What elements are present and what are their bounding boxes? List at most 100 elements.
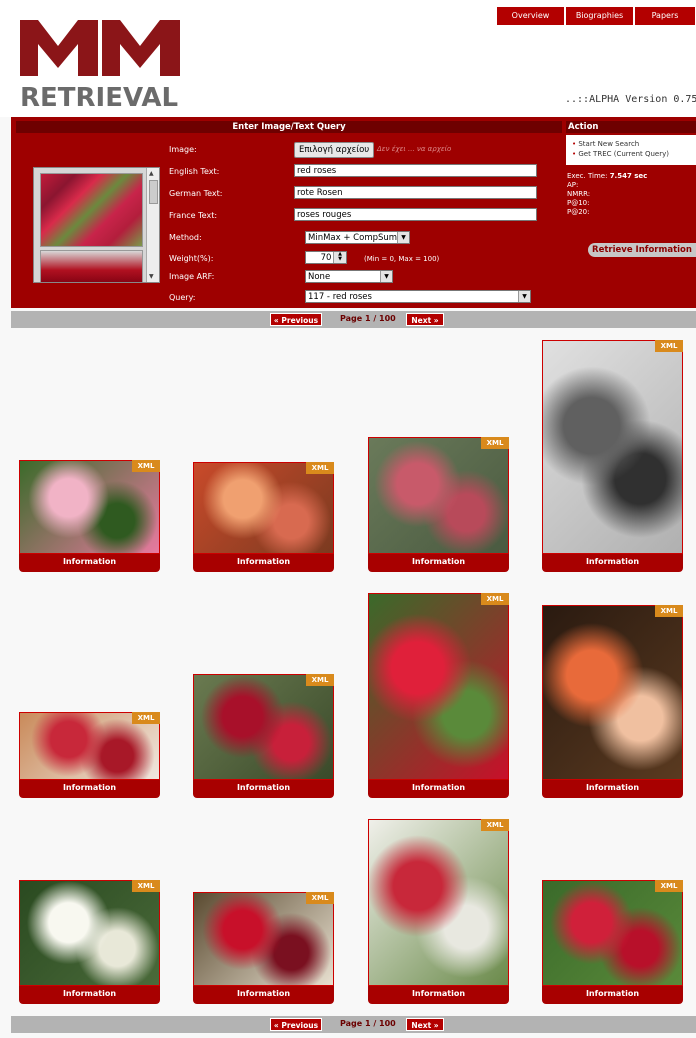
information-button[interactable]: Information: [193, 986, 334, 1004]
method-label: Method:: [169, 233, 202, 242]
information-button[interactable]: Information: [193, 780, 334, 798]
version-label: ..::ALPHA Version 0.75: [565, 94, 696, 105]
pager-bottom: « Previous Page 1 / 100 Next »: [11, 1016, 696, 1033]
information-button[interactable]: Information: [19, 780, 160, 798]
chevron-down-icon[interactable]: ▼: [380, 271, 392, 282]
thumbnail-scrollbar[interactable]: ▲ ▼: [146, 168, 159, 282]
result-card: XML Information: [542, 605, 683, 798]
red-rose-baby-breath-photo-icon[interactable]: [193, 892, 334, 986]
red-rose-hips-photo-icon[interactable]: [542, 880, 683, 986]
nav-papers[interactable]: Papers: [635, 7, 695, 25]
nmrr-label: NMRR:: [567, 190, 591, 198]
method-value: MinMax + CompSum: [308, 233, 398, 243]
xml-badge[interactable]: XML: [306, 674, 334, 686]
chevron-down-icon[interactable]: ▼: [518, 291, 530, 302]
pink-wild-rose-photo-icon[interactable]: [19, 460, 160, 554]
xml-badge[interactable]: XML: [481, 593, 509, 605]
engraving-figures-photo-icon[interactable]: [542, 340, 683, 554]
english-text-label: English Text:: [169, 167, 220, 176]
result-card: XML Information: [542, 880, 683, 1004]
get-trec-link[interactable]: Get TREC (Current Query): [572, 149, 696, 159]
result-card: XML Information: [19, 712, 160, 798]
nav-overview[interactable]: Overview: [497, 7, 564, 25]
xml-badge[interactable]: XML: [132, 880, 160, 892]
method-select[interactable]: MinMax + CompSum ▼: [305, 231, 410, 244]
image-arf-value: None: [308, 272, 331, 282]
query-panel-title: Enter Image/Text Query: [16, 121, 562, 133]
information-button[interactable]: Information: [542, 554, 683, 572]
red-roses-bush-photo-icon[interactable]: [368, 593, 509, 780]
next-button[interactable]: Next »: [406, 1018, 444, 1031]
action-links: Start New Search Get TREC (Current Query…: [566, 135, 696, 165]
information-button[interactable]: Information: [19, 986, 160, 1004]
xml-badge[interactable]: XML: [655, 880, 683, 892]
white-roses-photo-icon[interactable]: [19, 880, 160, 986]
image-thumbnail-list[interactable]: ▲ ▼: [33, 167, 160, 283]
choose-file-button[interactable]: Επιλογή αρχείου: [294, 142, 375, 158]
weight-value: 70: [320, 253, 332, 263]
image-arf-select[interactable]: None ▼: [305, 270, 393, 283]
query-thumbnail-roses[interactable]: [40, 173, 143, 247]
france-text-input[interactable]: roses rouges: [294, 208, 537, 221]
retrieve-information-button[interactable]: Retrieve Information: [588, 243, 696, 257]
chevron-down-icon[interactable]: ▼: [397, 232, 409, 243]
information-button[interactable]: Information: [19, 554, 160, 572]
flower-still-life-photo-icon[interactable]: [542, 605, 683, 780]
german-text-label: German Text:: [169, 189, 223, 198]
result-card: XML Information: [193, 462, 334, 572]
query-thumbnail-second[interactable]: [40, 250, 143, 282]
scroll-down-icon[interactable]: ▼: [149, 273, 154, 280]
result-card: XML Information: [193, 892, 334, 1004]
xml-badge[interactable]: XML: [655, 340, 683, 352]
exec-time-label: Exec. Time:: [567, 172, 608, 180]
scroll-up-icon[interactable]: ▲: [149, 170, 154, 177]
xml-badge[interactable]: XML: [481, 437, 509, 449]
xml-badge[interactable]: XML: [655, 605, 683, 617]
information-button[interactable]: Information: [368, 554, 509, 572]
german-text-input[interactable]: rote Rosen: [294, 186, 537, 199]
top-nav: Overview Biographies Papers: [497, 7, 695, 25]
scroll-thumb[interactable]: [149, 180, 158, 204]
mm-retrieval-logo[interactable]: RETRIEVAL: [18, 18, 183, 110]
page-indicator: Page 1 / 100: [340, 1019, 396, 1028]
start-new-search-link[interactable]: Start New Search: [572, 139, 696, 149]
information-button[interactable]: Information: [542, 780, 683, 798]
no-file-text: Δεν έχει ... να αρχείο: [377, 145, 452, 153]
action-panel-title: Action: [566, 121, 696, 133]
rose-hips-branch-photo-icon[interactable]: [368, 819, 509, 986]
next-button[interactable]: Next »: [406, 313, 444, 326]
information-button[interactable]: Information: [368, 780, 509, 798]
result-card: XML Information: [193, 674, 334, 798]
exec-time-value: 7.547 sec: [609, 172, 648, 180]
weight-stepper[interactable]: 70 ▲ ▼: [305, 251, 347, 264]
english-text-input[interactable]: red roses: [294, 164, 537, 177]
information-button[interactable]: Information: [542, 986, 683, 1004]
previous-button[interactable]: « Previous: [270, 313, 322, 326]
result-stats: Exec. Time: 7.547 sec AP: NMRR: P@10: P@…: [567, 172, 647, 217]
result-card: XML Information: [368, 819, 509, 1004]
result-card: XML Information: [368, 593, 509, 798]
xml-badge[interactable]: XML: [132, 712, 160, 724]
query-select[interactable]: 117 - red roses ▼: [305, 290, 531, 303]
france-text-label: France Text:: [169, 211, 218, 220]
page-indicator: Page 1 / 100: [340, 314, 396, 323]
painting-petals-photo-icon[interactable]: [193, 462, 334, 554]
query-value: 117 - red roses: [308, 292, 372, 302]
painted-roses-photo-icon[interactable]: [368, 437, 509, 554]
p20-label: P@20:: [567, 208, 590, 216]
dark-red-rose-photo-icon[interactable]: [193, 674, 334, 780]
previous-button[interactable]: « Previous: [270, 1018, 322, 1031]
image-label: Image:: [169, 145, 197, 154]
weight-range-text: (Min = 0, Max = 100): [364, 255, 440, 263]
xml-badge[interactable]: XML: [132, 460, 160, 472]
stepper-arrows-icon[interactable]: ▲ ▼: [333, 252, 346, 263]
nav-biographies[interactable]: Biographies: [566, 7, 633, 25]
p10-label: P@10:: [567, 199, 590, 207]
result-card: XML Information: [542, 340, 683, 572]
xml-badge[interactable]: XML: [306, 892, 334, 904]
information-button[interactable]: Information: [193, 554, 334, 572]
query-label: Query:: [169, 293, 196, 302]
information-button[interactable]: Information: [368, 986, 509, 1004]
xml-badge[interactable]: XML: [306, 462, 334, 474]
xml-badge[interactable]: XML: [481, 819, 509, 831]
